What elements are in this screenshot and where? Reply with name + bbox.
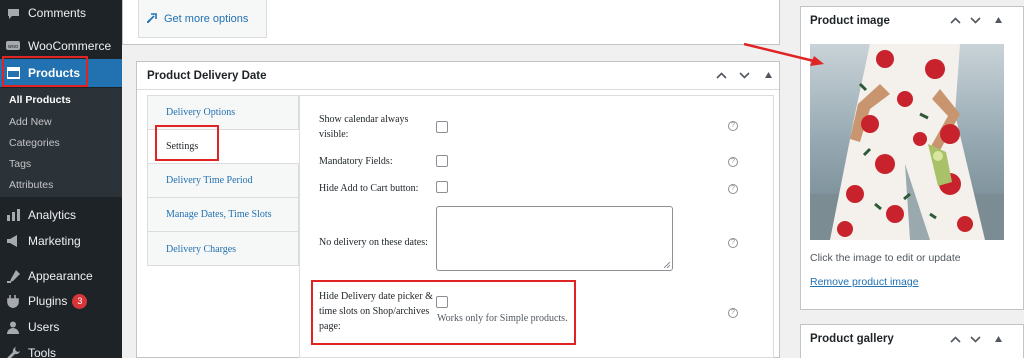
sidebar-item-label: Analytics	[28, 208, 77, 222]
sidebar-item-label: Plugins	[28, 294, 68, 308]
highlight-box-products	[2, 56, 88, 87]
get-more-options-label: Get more options	[164, 12, 249, 25]
submenu-all-products[interactable]: All Products	[9, 94, 71, 106]
label-show-calendar: Show calendar always visible:	[319, 114, 409, 140]
sidebar-item-appearance[interactable]: Appearance	[0, 263, 122, 289]
get-more-options-tab[interactable]: Get more options	[138, 0, 267, 38]
tab-delivery-charges[interactable]: Delivery Charges	[148, 232, 300, 266]
toggle-panel-icon[interactable]	[995, 6, 1002, 34]
panel-header: Product Delivery Date	[137, 62, 779, 90]
image-caption: Click the image to edit or update	[810, 252, 961, 264]
analytics-icon	[6, 208, 20, 222]
label-hide-add-to-cart: Hide Add to Cart button:	[319, 183, 419, 194]
tab-manage-dates-time-slots[interactable]: Manage Dates, Time Slots	[148, 198, 300, 232]
help-icon[interactable]: ?	[728, 238, 738, 248]
product-gallery-title: Product gallery	[810, 333, 894, 345]
submenu-attributes[interactable]: Attributes	[9, 179, 53, 191]
product-image-title: Product image	[810, 15, 890, 27]
admin-sidebar: Comments woo WooCommerce Products All Pr…	[0, 0, 122, 358]
plugins-icon	[6, 294, 20, 308]
tools-icon	[6, 346, 20, 358]
marketing-icon	[6, 234, 20, 248]
sidebar-item-plugins[interactable]: Plugins 3	[0, 288, 122, 314]
panel-title: Product Delivery Date	[147, 69, 267, 82]
plugin-link-icon	[146, 12, 158, 26]
sidebar-item-label: Tools	[28, 346, 57, 358]
move-up-icon[interactable]	[716, 61, 727, 89]
toggle-panel-icon[interactable]	[995, 326, 1002, 352]
label-mandatory-fields: Mandatory Fields:	[319, 156, 393, 167]
appearance-icon	[6, 269, 20, 283]
help-icon[interactable]: ?	[728, 184, 738, 194]
move-up-icon[interactable]	[950, 326, 961, 352]
delivery-tabs: Delivery Options Settings Delivery Time …	[147, 95, 300, 266]
sidebar-item-label: Users	[28, 320, 60, 334]
help-icon[interactable]: ?	[728, 308, 738, 318]
submenu-categories[interactable]: Categories	[9, 137, 60, 149]
tab-delivery-time-period[interactable]: Delivery Time Period	[148, 164, 300, 198]
sidebar-item-label: Comments	[28, 6, 87, 20]
highlight-box-settings	[155, 125, 219, 161]
comments-icon	[6, 6, 20, 20]
sidebar-item-marketing[interactable]: Marketing	[0, 228, 122, 254]
submenu-add-new[interactable]: Add New	[9, 116, 52, 128]
products-submenu: All Products Add New Categories Tags Att…	[0, 88, 122, 197]
help-icon[interactable]: ?	[728, 121, 738, 131]
move-down-icon[interactable]	[970, 6, 981, 34]
hide-add-to-cart-checkbox[interactable]	[436, 181, 448, 193]
sidebar-item-label: WooCommerce	[28, 39, 112, 53]
remove-product-image-link[interactable]: Remove product image	[810, 276, 919, 288]
sidebar-item-users[interactable]: Users	[0, 314, 122, 340]
highlight-box-hide-picker	[311, 280, 576, 345]
mandatory-fields-checkbox[interactable]	[436, 155, 448, 167]
move-down-icon[interactable]	[970, 326, 981, 352]
annotation-arrow	[743, 42, 824, 66]
woocommerce-icon: woo	[6, 39, 20, 53]
no-delivery-dates-textarea[interactable]	[436, 206, 673, 271]
resize-handle-icon[interactable]	[664, 262, 670, 268]
svg-text:woo: woo	[8, 44, 18, 50]
show-calendar-checkbox[interactable]	[436, 121, 448, 133]
wp-admin-screen: Comments woo WooCommerce Products All Pr…	[0, 0, 1024, 358]
sidebar-item-label: Appearance	[28, 269, 93, 283]
label-no-delivery-dates: No delivery on these dates:	[319, 237, 428, 248]
sidebar-item-label: Marketing	[28, 234, 81, 248]
sidebar-item-analytics[interactable]: Analytics	[0, 202, 122, 228]
submenu-tags[interactable]: Tags	[9, 158, 31, 170]
sidebar-item-tools[interactable]: Tools	[0, 340, 122, 358]
sidebar-item-comments[interactable]: Comments	[0, 0, 122, 26]
product-image-thumbnail[interactable]	[810, 44, 1004, 240]
help-icon[interactable]: ?	[728, 157, 738, 167]
plugins-update-badge: 3	[72, 293, 88, 309]
users-icon	[6, 320, 20, 334]
move-up-icon[interactable]	[950, 6, 961, 34]
